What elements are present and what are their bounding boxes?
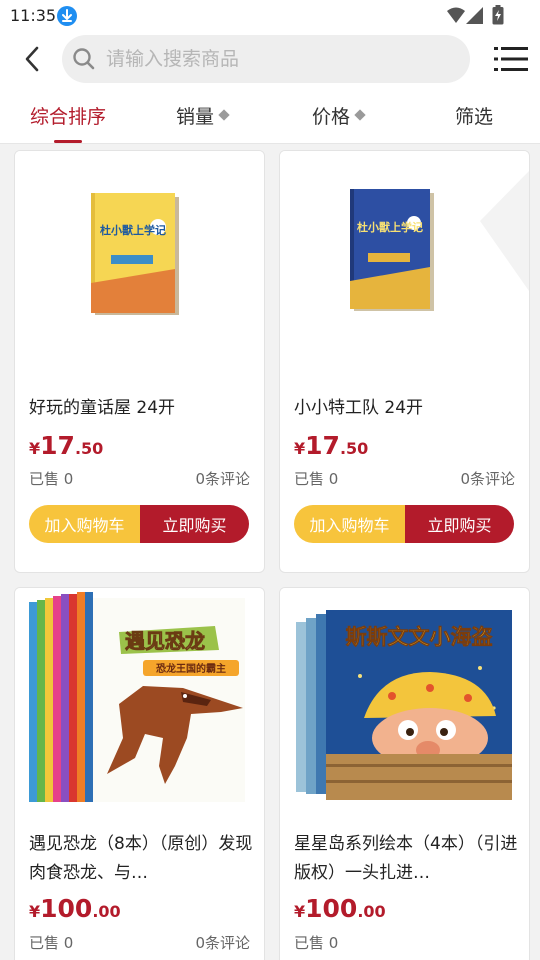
sort-diamond-icon: [354, 109, 366, 121]
price-integer: 100: [305, 894, 358, 923]
tab-price[interactable]: 价格: [288, 86, 388, 144]
list-menu-icon: [494, 47, 528, 71]
product-image[interactable]: 杜小獸上学记: [280, 151, 529, 371]
back-button[interactable]: [14, 40, 50, 78]
currency-symbol: ¥: [294, 902, 306, 921]
product-price: ¥100.00: [29, 894, 121, 923]
product-title[interactable]: 好玩的童话屋 24开: [29, 394, 254, 423]
product-card[interactable]: 遇见恐龙 恐龙王国的霸主 遇见恐龙（8本）（原创）发现肉食恐龙、与… ¥100.…: [14, 587, 265, 960]
review-count: 0条评论: [460, 470, 515, 488]
price-integer: 100: [40, 894, 93, 923]
product-title[interactable]: 星星岛系列绘本（4本）（引进版权）一头扎进…: [294, 830, 519, 888]
search-icon: [73, 48, 95, 70]
sort-diamond-icon: [218, 109, 230, 121]
status-time: 11:35: [10, 6, 57, 25]
menu-button[interactable]: [494, 46, 528, 72]
sold-count: 已售 0: [29, 470, 74, 488]
product-title[interactable]: 小小特工队 24开: [294, 394, 519, 423]
price-decimal: .50: [339, 439, 369, 458]
search-header: [0, 32, 540, 86]
sold-count: 已售 0: [294, 934, 339, 952]
product-image[interactable]: 斯斯文文小海盗: [280, 588, 529, 816]
search-box[interactable]: [62, 35, 470, 83]
currency-symbol: ¥: [294, 439, 306, 458]
signal-icon: [466, 7, 483, 24]
product-card[interactable]: 杜小獸上学记 小小特工队 24开 ¥17.50 已售 0 0条评论 加入购物车 …: [279, 150, 530, 573]
review-count: 0条评论: [195, 934, 250, 952]
product-card[interactable]: 斯斯文文小海盗 星星岛系列绘本（4本）（引进版权）一头扎进… ¥100.00 已…: [279, 587, 530, 960]
price-decimal: .00: [357, 902, 386, 921]
wifi-icon: [447, 7, 465, 23]
download-icon: [57, 6, 77, 26]
tab-label: 价格: [311, 105, 350, 128]
sold-count: 已售 0: [29, 934, 74, 952]
price-integer: 17: [40, 431, 75, 460]
book-cover-title: 杜小獸上学记: [100, 223, 166, 237]
battery-icon: [492, 5, 504, 25]
buy-now-button[interactable]: 立即购买: [405, 505, 514, 543]
tab-composite-sort[interactable]: 综合排序: [18, 86, 118, 144]
tab-label: 综合排序: [29, 105, 106, 128]
price-integer: 17: [305, 431, 340, 460]
status-bar: 11:35: [0, 0, 540, 32]
book-cover-title: 杜小獸上学记: [357, 220, 423, 234]
buy-now-button[interactable]: 立即购买: [140, 505, 249, 543]
review-count: 0条评论: [195, 470, 250, 488]
currency-symbol: ¥: [29, 902, 41, 921]
sort-bar: 综合排序 销量 价格 筛选: [0, 86, 540, 144]
price-decimal: .00: [92, 902, 121, 921]
tab-sales[interactable]: 销量: [152, 86, 252, 144]
sold-count: 已售 0: [294, 470, 339, 488]
product-image[interactable]: 遇见恐龙 恐龙王国的霸主: [15, 588, 264, 816]
tab-filter[interactable]: 筛选: [424, 86, 524, 144]
product-title[interactable]: 遇见恐龙（8本）（原创）发现肉食恐龙、与…: [29, 830, 254, 888]
tab-label: 筛选: [454, 105, 493, 128]
product-price: ¥100.00: [294, 894, 386, 923]
price-decimal: .50: [74, 439, 104, 458]
add-to-cart-button[interactable]: 加入购物车: [29, 505, 140, 543]
currency-symbol: ¥: [29, 439, 41, 458]
add-to-cart-button[interactable]: 加入购物车: [294, 505, 405, 543]
product-price: ¥17.50: [294, 431, 368, 460]
book-cover-title: 遇见恐龙: [125, 629, 205, 653]
product-card[interactable]: 杜小獸上学记 好玩的童话屋 24开 ¥17.50 已售 0 0条评论 加入购物车…: [14, 150, 265, 573]
book-cover-title: 斯斯文文小海盗: [346, 625, 493, 649]
book-cover-subtitle: 恐龙王国的霸主: [156, 662, 226, 675]
tab-label: 销量: [175, 105, 214, 128]
back-arrow-icon: [25, 46, 39, 72]
active-tab-indicator: [54, 140, 82, 143]
search-input[interactable]: [106, 39, 456, 79]
product-price: ¥17.50: [29, 431, 103, 460]
product-image[interactable]: 杜小獸上学记: [15, 151, 264, 371]
